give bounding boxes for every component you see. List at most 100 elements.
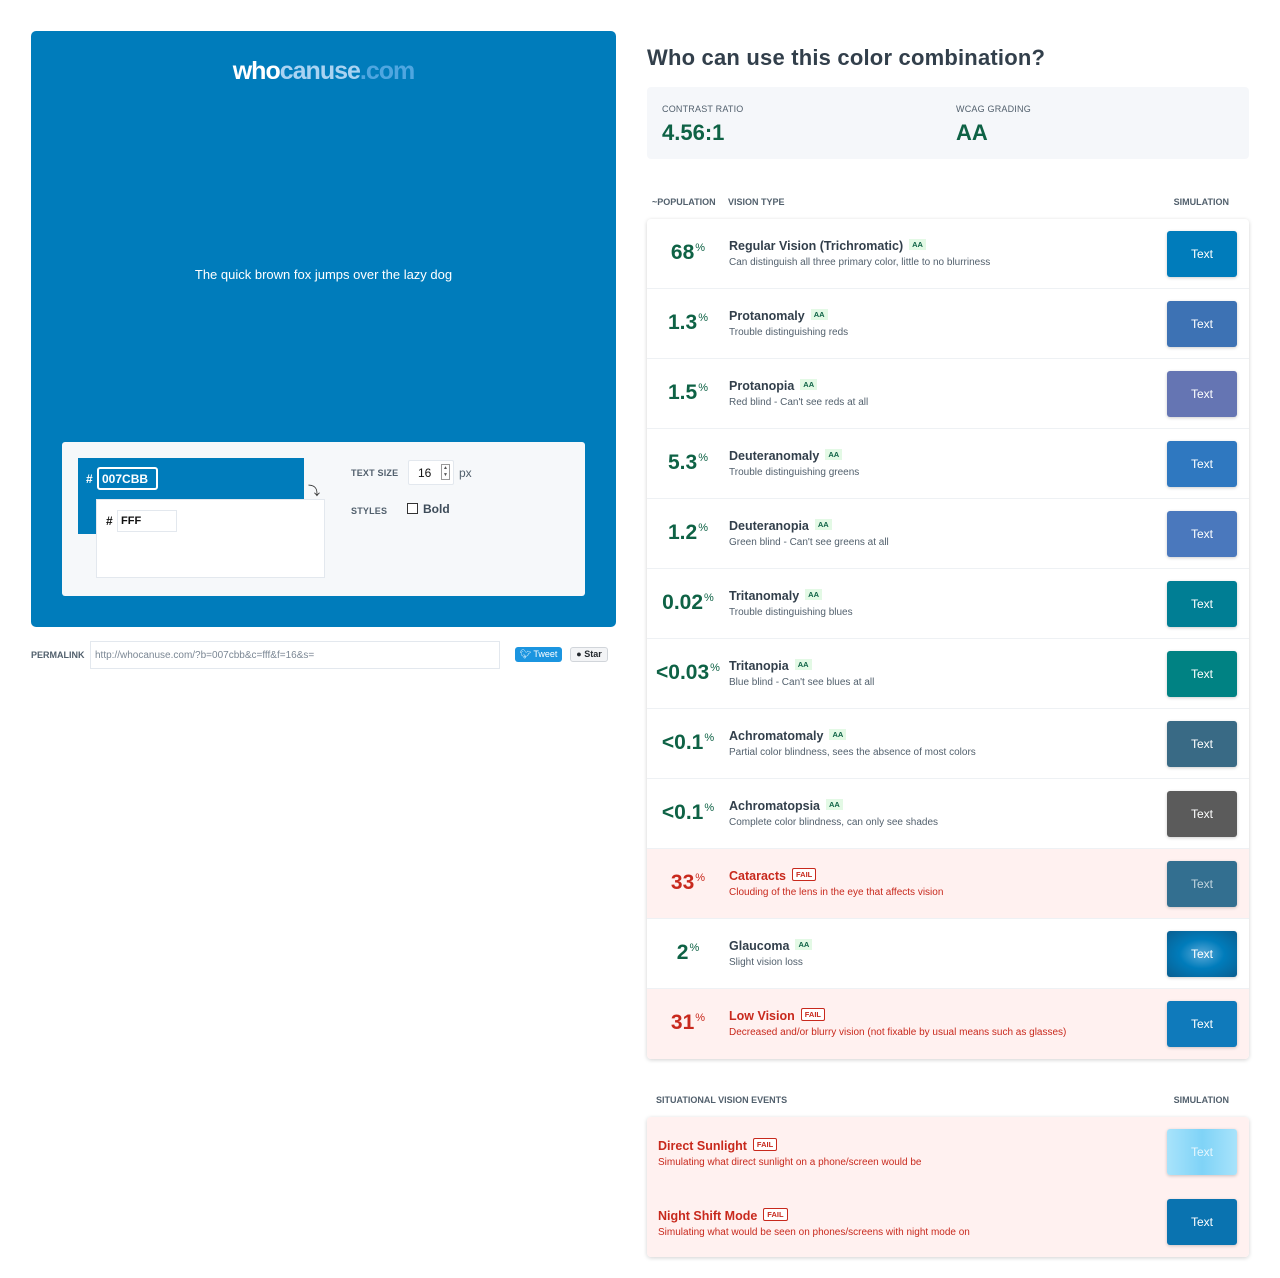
- background-color-input[interactable]: 007CBB: [97, 467, 158, 490]
- grade-badge: AA: [826, 799, 843, 811]
- simulation-preview: Text: [1167, 231, 1237, 277]
- permalink-label: PERMALINK: [31, 650, 85, 660]
- situation-description: Simulating what direct sunlight on a pho…: [658, 1157, 922, 1168]
- percent-sign: %: [689, 942, 700, 954]
- vision-type-name: Achromatopsia AA: [729, 799, 843, 813]
- population-value: 33: [670, 871, 695, 894]
- grade-badge: AA: [795, 939, 813, 951]
- vision-type-description: Trouble distinguishing greens: [729, 467, 860, 478]
- simulation-preview: Text: [1167, 721, 1237, 767]
- styles-label: STYLES: [351, 506, 388, 516]
- table-row: 5.3% Deuteranomaly AA Trouble distinguishin…: [647, 429, 1249, 499]
- situation-name: Direct Sunlight FAIL: [658, 1138, 778, 1153]
- vision-type-label: Cataracts: [729, 869, 786, 883]
- twitter-icon: 🐦︎: [519, 649, 534, 659]
- foreground-color-input[interactable]: FFF: [117, 510, 177, 532]
- vision-type-description: Red blind - Can't see reds at all: [729, 397, 869, 408]
- population-value: 1.2: [668, 521, 698, 544]
- vision-type-name: Tritanomaly AA: [729, 589, 823, 603]
- table-row: 31% Low Vision FAIL Decreased and/or blurry…: [647, 989, 1249, 1059]
- vision-type-description: Decreased and/or blurry vision (not fixa…: [729, 1027, 1067, 1038]
- vision-type-name: Tritanopia AA: [729, 659, 812, 673]
- github-star-button[interactable]: ● Star: [570, 647, 608, 662]
- grade-badge: AA: [829, 729, 847, 741]
- fg-hash-label: #: [106, 514, 113, 528]
- tweet-label: Tweet: [533, 649, 558, 659]
- star-label: Star: [584, 649, 602, 659]
- vision-type-name: Protanopia AA: [729, 379, 818, 393]
- percent-sign: %: [698, 522, 708, 534]
- vision-type-name: Glaucoma AA: [729, 939, 813, 953]
- grade-badge: AA: [825, 449, 843, 461]
- spinner-icon[interactable]: ▲ ▼: [441, 464, 450, 480]
- percent-sign: %: [710, 662, 720, 674]
- population-percent: <0.03%: [647, 661, 729, 685]
- vision-type-label: Glaucoma: [729, 939, 790, 953]
- percent-sign: %: [704, 592, 714, 604]
- population-percent: 2%: [647, 941, 729, 965]
- github-icon: ●: [576, 649, 585, 659]
- bg-hash-label: #: [86, 472, 93, 486]
- situational-simulation-label: SIMULATION: [1173, 1095, 1229, 1105]
- situational-label: SITUATIONAL VISION EVENTS: [656, 1095, 788, 1105]
- table-row: <0.1% Achromatomaly AA Partial color blindn…: [647, 709, 1249, 779]
- vision-type-name: Achromatomaly AA: [729, 729, 847, 743]
- vision-type-name: Low Vision FAIL: [729, 1008, 825, 1023]
- population-percent: 68%: [647, 241, 729, 265]
- col-vision-type: VISION TYPE: [728, 197, 785, 207]
- page-title: Who can use this color combination?: [647, 45, 1046, 70]
- vision-type-description: Trouble distinguishing reds: [729, 327, 849, 338]
- grade-badge: AA: [814, 519, 832, 531]
- table-row: 1.5% Protanopia AA Red blind - Can't see re…: [647, 359, 1249, 429]
- percent-sign: %: [704, 732, 715, 744]
- logo-dotcom: .com: [359, 57, 415, 85]
- table-row: Direct Sunlight FAIL Simulating what direc…: [647, 1117, 1249, 1187]
- foreground-color-box[interactable]: # FFF: [96, 499, 325, 578]
- percent-sign: %: [698, 382, 708, 394]
- permalink-input[interactable]: [90, 641, 500, 669]
- logo-canuse: canuse: [279, 57, 361, 85]
- col-population: ~POPULATION: [652, 197, 716, 207]
- population-value: 1.3: [668, 311, 698, 334]
- table-header: ~POPULATION VISION TYPE SIMULATION: [647, 191, 1249, 211]
- population-percent: 31%: [647, 1011, 729, 1035]
- vision-type-label: Regular Vision (Trichromatic): [729, 239, 904, 253]
- bold-checkbox[interactable]: [407, 503, 418, 514]
- population-value: <0.1: [661, 801, 704, 824]
- swap-colors-icon[interactable]: ⤵: [308, 482, 320, 499]
- bold-label[interactable]: Bold: [423, 502, 450, 516]
- population-percent: 0.02%: [647, 591, 729, 615]
- vision-type-name: Cataracts FAIL: [729, 868, 817, 883]
- text-size-input[interactable]: 16 ▲ ▼: [408, 460, 454, 485]
- permalink-bar: PERMALINK 🐦︎ Tweet ● Star: [31, 636, 616, 669]
- contrast-ratio: CONTRAST RATIO 4.56:1: [662, 104, 743, 146]
- logo[interactable]: whocanuse.com: [31, 57, 616, 86]
- vision-type-name: Regular Vision (Trichromatic) AA: [729, 239, 926, 253]
- vision-type-description: Clouding of the lens in the eye that aff…: [729, 887, 944, 898]
- tweet-button[interactable]: 🐦︎ Tweet: [515, 647, 562, 662]
- population-value: 31: [670, 1011, 695, 1034]
- text-size-label: TEXT SIZE: [351, 468, 399, 478]
- grade-badge: AA: [794, 659, 812, 671]
- vision-type-description: Partial color blindness, sees the absenc…: [729, 747, 976, 758]
- text-size-unit: px: [459, 466, 472, 480]
- population-value: <0.1: [661, 731, 704, 754]
- vision-table: 68% Regular Vision (Trichromatic) AA Can di…: [647, 219, 1249, 1059]
- table-row: 2% Glaucoma AA Slight vision loss Text: [647, 919, 1249, 989]
- contrast-summary: CONTRAST RATIO 4.56:1 WCAG GRADING AA: [647, 87, 1249, 159]
- sample-text: The quick brown fox jumps over the lazy …: [194, 267, 453, 282]
- population-percent: <0.1%: [647, 801, 729, 825]
- vision-type-label: Tritanomaly: [729, 589, 800, 603]
- wcag-grading-label: WCAG GRADING: [956, 104, 1031, 114]
- grade-badge: FAIL: [763, 1208, 788, 1222]
- table-row: 0.02% Tritanomaly AA Trouble distinguishing…: [647, 569, 1249, 639]
- simulation-preview: Text: [1167, 791, 1237, 837]
- simulation-preview: Text: [1167, 301, 1237, 347]
- situation-name: Night Shift Mode FAIL: [658, 1208, 788, 1223]
- controls-panel: # 007CBB # FFF ⤵ TEXT SIZE 16 ▲ ▼ px STYL…: [62, 442, 585, 596]
- situational-header: SITUATIONAL VISION EVENTS SIMULATION: [647, 1089, 1249, 1109]
- percent-sign: %: [698, 452, 708, 464]
- simulation-preview: Text: [1167, 1001, 1237, 1047]
- vision-type-name: Deuteranomaly AA: [729, 449, 843, 463]
- situation-label: Direct Sunlight: [658, 1139, 747, 1153]
